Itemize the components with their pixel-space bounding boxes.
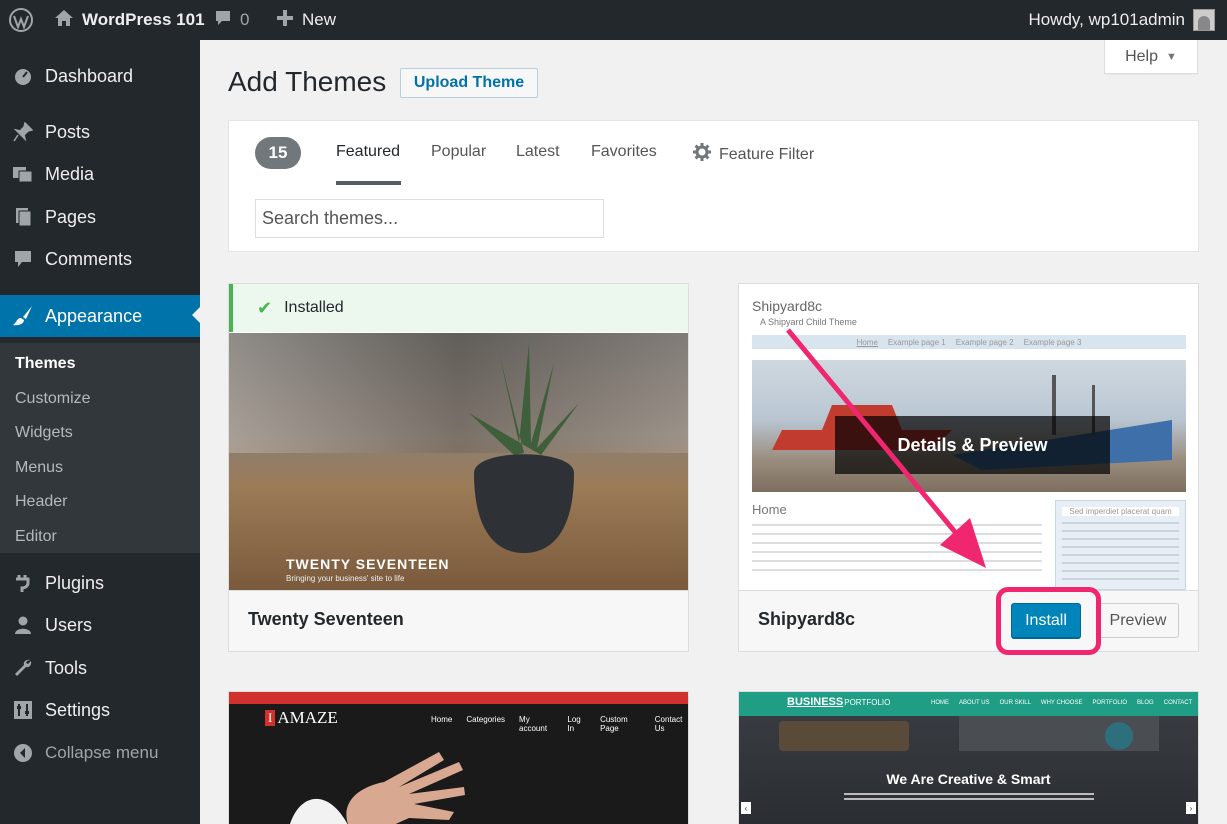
new-content-link[interactable]: New [276,0,336,40]
menu-posts[interactable]: Posts [0,112,200,152]
comments-link[interactable]: 0 [214,0,249,40]
theme-count-badge: 15 [255,137,301,169]
gear-icon [693,143,711,166]
menu-settings[interactable]: Settings [0,690,200,730]
preview-button[interactable]: Preview [1097,603,1179,638]
triangle-down-icon: ▼ [1166,50,1177,63]
menu-users[interactable]: Users [0,605,200,645]
screenshot-nav: HOME ABOUT US OUR SKILL WHY CHOOSE PORTF… [931,700,1193,706]
submenu-editor[interactable]: Editor [15,528,57,546]
screenshot-sidebar: Sed imperdiet placerat quam [1055,500,1186,590]
menu-pages[interactable]: Pages [0,197,200,237]
user-icon [0,615,45,635]
avatar [1193,9,1215,31]
active-tab-indicator [336,181,401,185]
hand-photo [290,752,465,824]
screenshot-body-text [752,524,1042,574]
theme-filter-bar: 15 Featured Popular Latest Favorites Fea… [228,120,1199,252]
menu-plugins[interactable]: Plugins [0,563,200,603]
screenshot-nav: Home Example page 1 Example page 2 Examp… [752,335,1186,349]
collapse-icon [0,743,45,763]
media-icon [0,164,45,184]
settings-icon [0,700,45,720]
tab-latest[interactable]: Latest [516,143,560,161]
plugin-icon [0,573,45,593]
tab-favorites[interactable]: Favorites [591,143,657,161]
plant-illustration [469,343,579,553]
menu-tools[interactable]: Tools [0,648,200,688]
theme-screenshot[interactable]: TWENTY SEVENTEEN Bringing your business'… [229,333,688,590]
theme-name: Shipyard8c [758,609,856,629]
submenu-header[interactable]: Header [15,493,67,511]
home-icon [54,9,74,32]
feature-filter-button[interactable]: Feature Filter [693,143,814,166]
submenu-customize[interactable]: Customize [15,390,91,408]
tab-featured[interactable]: Featured [336,143,400,161]
theme-card-shipyard8c[interactable]: Shipyard8c A Shipyard Child Theme Home E… [738,283,1199,655]
menu-media[interactable]: Media [0,154,200,194]
theme-card-twenty-seventeen[interactable]: ✔ Installed TWENTY SEVENTEEN Bringing yo… [228,283,689,652]
site-name-link[interactable]: WordPress 101 [54,0,205,40]
help-tab-button[interactable]: Help ▼ [1104,40,1198,74]
pages-icon [0,207,45,227]
comment-icon [0,249,45,269]
installed-notice: ✔ Installed [229,284,688,332]
theme-name: Twenty Seventeen [248,609,404,629]
carousel-prev-button[interactable]: ‹ [741,802,751,814]
theme-footer: Shipyard8c Install Preview [739,587,1198,655]
brush-icon [0,305,45,327]
menu-dashboard[interactable]: Dashboard [0,56,200,96]
dashboard-icon [0,66,45,86]
theme-screenshot[interactable]: I AMAZE Home Categories My account Log I… [229,692,688,824]
submenu-widgets[interactable]: Widgets [15,424,73,442]
theme-card-business-portfolio[interactable]: BUSINESS PORTFOLIO HOME ABOUT US OUR SKI… [738,691,1199,824]
screenshot-logo: BUSINESS PORTFOLIO [787,696,891,708]
checkmark-icon: ✔ [257,297,273,318]
screenshot-logo: I AMAZE [265,708,338,728]
comment-bubble-icon [214,9,232,32]
search-themes-input[interactable] [255,199,604,238]
appearance-submenu: Themes Customize Widgets Menus Header Ed… [0,343,200,553]
tab-popular[interactable]: Popular [431,143,486,161]
collapse-menu-button[interactable]: Collapse menu [0,733,200,773]
admin-sidebar: Dashboard Posts Media Pages Comments App… [0,40,200,824]
plus-icon [276,9,294,32]
theme-footer: Twenty Seventeen [229,590,688,651]
details-preview-overlay[interactable]: Details & Preview [835,416,1110,474]
wrench-icon [0,658,45,678]
desk-photo [779,716,1159,751]
carousel-next-button[interactable]: › [1186,802,1196,814]
theme-card-amaze[interactable]: I AMAZE Home Categories My account Log I… [228,691,689,824]
menu-appearance[interactable]: Appearance [0,295,200,337]
account-menu[interactable]: Howdy, wp101admin [1028,0,1215,40]
menu-comments[interactable]: Comments [0,239,200,279]
annotation-highlight-box [996,587,1101,655]
upload-theme-button[interactable]: Upload Theme [400,68,538,98]
admin-bar: WordPress 101 0 New Howdy, wp101admin [0,0,1227,40]
theme-screenshot[interactable]: BUSINESS PORTFOLIO HOME ABOUT US OUR SKI… [739,692,1198,824]
submenu-themes[interactable]: Themes [15,355,75,373]
pin-icon [0,122,45,142]
wordpress-logo-icon[interactable] [8,0,34,40]
page-title: Add Themes [228,66,387,97]
theme-screenshot[interactable]: Shipyard8c A Shipyard Child Theme Home E… [743,288,1194,590]
submenu-menus[interactable]: Menus [15,459,63,477]
screenshot-nav: Home Categories My account Log In Custom… [431,715,683,733]
